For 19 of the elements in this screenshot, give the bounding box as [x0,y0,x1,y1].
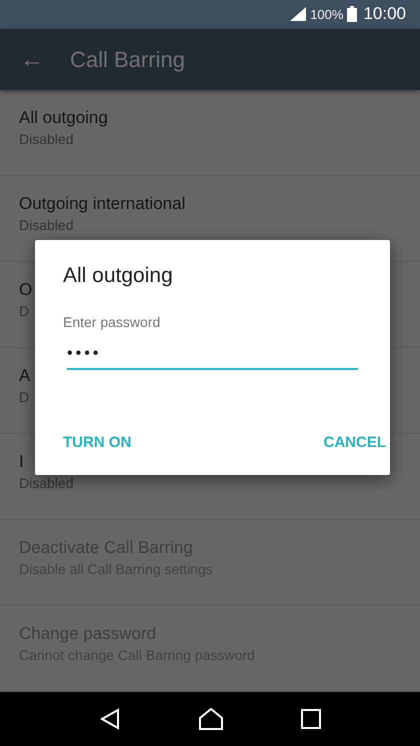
signal-icon [290,7,306,22]
dialog-title: All outgoing [63,264,173,288]
setting-title[interactable]: I [19,452,24,472]
dialog-button[interactable]: TURN ON [63,434,132,451]
recents-icon[interactable] [301,709,321,730]
battery-percentage: 100% [310,6,344,22]
dialog-button[interactable]: CANCEL [324,434,386,451]
field-label: Enter password [63,314,160,330]
clock: 10:00 [363,4,406,24]
password-field[interactable]: •••• [67,340,358,370]
setting-title[interactable]: A [19,366,30,386]
back-button[interactable]: ← [0,46,70,74]
battery-icon [347,6,358,22]
setting-title[interactable]: O [19,280,32,300]
screen-title: Call Barring [70,46,185,73]
setting-title[interactable]: All outgoing [19,108,108,128]
setting-title[interactable]: Outgoing international [19,194,186,214]
home-icon[interactable] [199,708,223,730]
back-nav-icon[interactable] [99,708,121,730]
